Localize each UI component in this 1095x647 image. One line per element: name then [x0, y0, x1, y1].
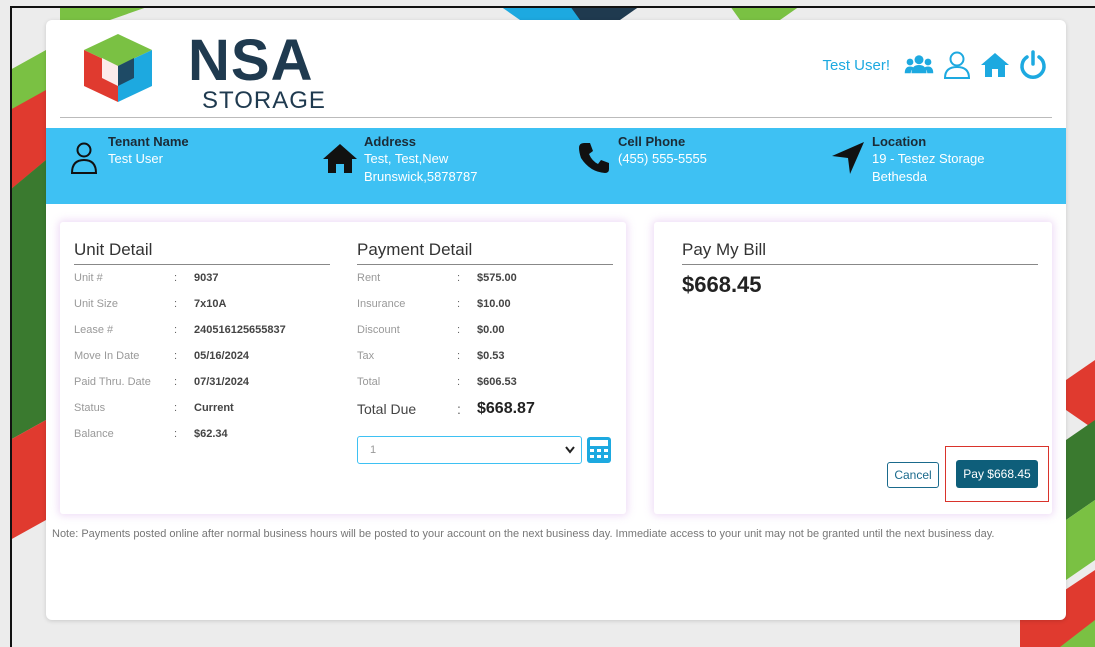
total-due-row: Total Due : $668.87 [357, 400, 535, 418]
row-colon: : [174, 402, 178, 414]
header-divider [60, 117, 1052, 118]
location-block: Location 19 - Testez Storage Bethesda [830, 134, 985, 186]
row-value: Current [194, 402, 234, 414]
move-in-date-row: Move In Date : 05/16/2024 [74, 350, 249, 362]
row-colon: : [457, 298, 461, 310]
home-icon[interactable] [980, 50, 1010, 80]
row-value: 9037 [194, 272, 219, 284]
row-label: Tax [357, 350, 375, 362]
tenant-name-value: Test User [108, 151, 163, 166]
logo-storage-text: STORAGE [202, 87, 326, 114]
row-colon: : [174, 298, 178, 310]
location-line1: 19 - Testez Storage [872, 151, 985, 166]
pay-bill-title: Pay My Bill [682, 240, 1038, 265]
rent-row: Rent : $575.00 [357, 272, 517, 284]
row-value: 07/31/2024 [194, 376, 250, 388]
unit-number-row: Unit # : 9037 [74, 272, 218, 284]
discount-row: Discount : $0.00 [357, 324, 505, 336]
cell-phone-block: Cell Phone (455) 555-5555 [576, 134, 707, 176]
cell-phone-label: Cell Phone [618, 134, 686, 149]
status-row: Status : Current [74, 402, 234, 414]
row-label: Total [357, 376, 381, 388]
balance-row: Balance : $62.34 [74, 428, 228, 440]
row-label: Unit # [74, 272, 103, 284]
row-colon: : [174, 428, 178, 440]
row-colon: : [174, 272, 178, 284]
payment-detail-title: Payment Detail [357, 240, 613, 265]
unit-size-row: Unit Size : 7x10A [74, 298, 226, 310]
row-value: 05/16/2024 [194, 350, 250, 362]
location-label: Location [872, 134, 927, 149]
row-colon: : [174, 324, 178, 336]
row-value: 7x10A [194, 298, 227, 310]
address-line2: Brunswick,5878787 [364, 169, 478, 184]
logo-text: NSA STORAGE [188, 28, 326, 114]
row-colon: : [174, 350, 178, 362]
phone-icon [579, 143, 609, 173]
insurance-row: Insurance : $10.00 [357, 298, 511, 310]
total-due-label: Total Due [357, 401, 417, 417]
logo-nsa-text: NSA [188, 28, 314, 93]
row-label: Rent [357, 272, 381, 284]
pay-bill-amount: $668.45 [682, 272, 762, 297]
months-select-value: 1 [370, 444, 377, 456]
row-value: $10.00 [477, 298, 511, 310]
house-icon [323, 144, 357, 173]
row-label: Status [74, 402, 106, 414]
row-value: $62.34 [194, 428, 228, 440]
cancel-button[interactable]: Cancel [887, 462, 939, 488]
cell-phone-value: (455) 555-5555 [618, 151, 707, 166]
header-user-nav: Test User! [822, 50, 1048, 80]
main-card: NSA STORAGE Test User! Tenant Name Test … [46, 20, 1066, 620]
address-label: Address [364, 134, 417, 149]
pay-button[interactable]: Pay $668.45 [956, 460, 1038, 488]
row-value: 240516125655837 [194, 324, 286, 336]
row-label: Paid Thru. Date [74, 376, 151, 388]
tenant-name-label: Tenant Name [108, 134, 189, 149]
row-value: $575.00 [477, 272, 517, 284]
row-colon: : [457, 350, 461, 362]
row-value: $0.53 [477, 350, 505, 362]
row-value: $606.53 [477, 376, 517, 388]
row-colon: : [174, 376, 178, 388]
lease-number-row: Lease # : 240516125655837 [74, 324, 286, 336]
address-line1: Test, Test,New [364, 151, 449, 166]
address-block: Address Test, Test,New Brunswick,5878787 [322, 134, 477, 186]
months-select[interactable]: 1 [357, 436, 582, 464]
payment-note: Note: Payments posted online after norma… [52, 528, 995, 540]
row-label: Insurance [357, 298, 406, 310]
row-label: Move In Date [74, 350, 140, 362]
logo-cube-icon [84, 34, 152, 102]
pay-bill-panel: Pay My Bill $668.45 Cancel Pay $668.45 [654, 222, 1052, 514]
tenant-info-band: Tenant Name Test User Address Test, Test… [46, 128, 1066, 204]
total-due-value: $668.87 [477, 400, 535, 417]
row-colon: : [457, 272, 461, 284]
row-label: Discount [357, 324, 400, 336]
location-arrow-icon [832, 142, 864, 174]
unit-detail-title: Unit Detail [74, 240, 330, 265]
user-icon[interactable] [942, 50, 972, 80]
row-value: $0.00 [477, 324, 505, 336]
calculator-icon[interactable] [586, 436, 612, 464]
users-icon[interactable] [904, 50, 934, 80]
details-panel: Unit Detail Unit # : 9037 Unit Size : 7x… [60, 222, 626, 514]
row-label: Lease # [74, 324, 114, 336]
person-outline-icon [70, 142, 98, 174]
chevron-down-icon [565, 446, 575, 454]
paid-thru-date-row: Paid Thru. Date : 07/31/2024 [74, 376, 249, 388]
user-greeting: Test User! [822, 56, 890, 74]
row-colon: : [457, 376, 461, 388]
row-colon: : [457, 401, 461, 417]
row-colon: : [457, 324, 461, 336]
power-icon[interactable] [1018, 50, 1048, 80]
tax-row: Tax : $0.53 [357, 350, 505, 362]
row-label: Unit Size [74, 298, 119, 310]
total-row: Total : $606.53 [357, 376, 517, 388]
brand-logo[interactable]: NSA STORAGE [78, 28, 325, 113]
row-label: Balance [74, 428, 114, 440]
location-line2: Bethesda [872, 169, 927, 184]
tenant-name-block: Tenant Name Test User [66, 134, 189, 176]
